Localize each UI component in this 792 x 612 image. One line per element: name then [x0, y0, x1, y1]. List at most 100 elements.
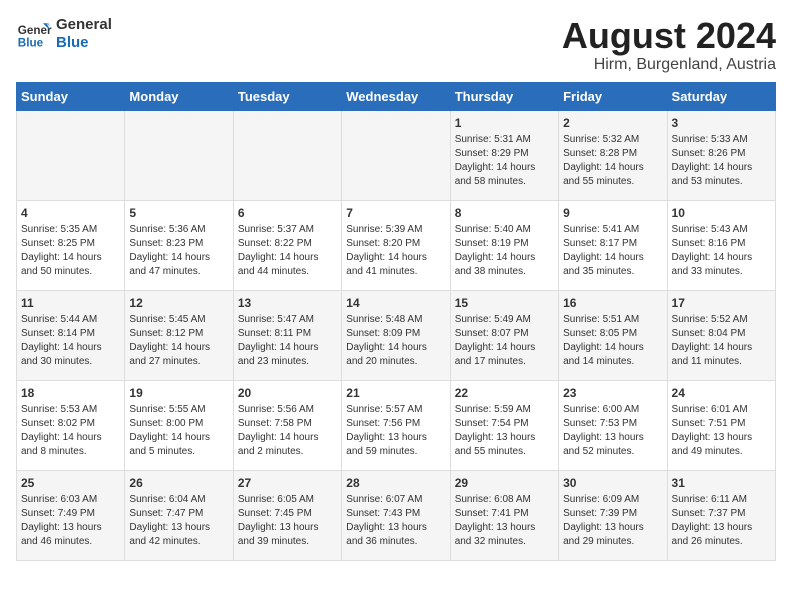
- calendar-week-1: 1Sunrise: 5:31 AM Sunset: 8:29 PM Daylig…: [17, 110, 776, 200]
- day-info: Sunrise: 6:11 AM Sunset: 7:37 PM Dayligh…: [672, 493, 771, 549]
- calendar-cell: 11Sunrise: 5:44 AM Sunset: 8:14 PM Dayli…: [17, 290, 125, 380]
- calendar-cell: 25Sunrise: 6:03 AM Sunset: 7:49 PM Dayli…: [17, 470, 125, 560]
- calendar-cell: 5Sunrise: 5:36 AM Sunset: 8:23 PM Daylig…: [125, 200, 233, 290]
- weekday-header-thursday: Thursday: [450, 82, 558, 110]
- day-number: 24: [672, 385, 771, 402]
- calendar-cell: [342, 110, 450, 200]
- calendar-cell: 3Sunrise: 5:33 AM Sunset: 8:26 PM Daylig…: [667, 110, 775, 200]
- day-number: 18: [21, 385, 120, 402]
- calendar-cell: 14Sunrise: 5:48 AM Sunset: 8:09 PM Dayli…: [342, 290, 450, 380]
- calendar-cell: 20Sunrise: 5:56 AM Sunset: 7:58 PM Dayli…: [233, 380, 341, 470]
- day-info: Sunrise: 5:47 AM Sunset: 8:11 PM Dayligh…: [238, 313, 337, 369]
- calendar-cell: 6Sunrise: 5:37 AM Sunset: 8:22 PM Daylig…: [233, 200, 341, 290]
- day-info: Sunrise: 6:03 AM Sunset: 7:49 PM Dayligh…: [21, 493, 120, 549]
- calendar-cell: 24Sunrise: 6:01 AM Sunset: 7:51 PM Dayli…: [667, 380, 775, 470]
- day-info: Sunrise: 5:55 AM Sunset: 8:00 PM Dayligh…: [129, 403, 228, 459]
- day-number: 2: [563, 115, 662, 132]
- day-info: Sunrise: 6:07 AM Sunset: 7:43 PM Dayligh…: [346, 493, 445, 549]
- calendar-cell: 15Sunrise: 5:49 AM Sunset: 8:07 PM Dayli…: [450, 290, 558, 380]
- day-info: Sunrise: 6:08 AM Sunset: 7:41 PM Dayligh…: [455, 493, 554, 549]
- calendar-cell: 16Sunrise: 5:51 AM Sunset: 8:05 PM Dayli…: [559, 290, 667, 380]
- day-info: Sunrise: 5:36 AM Sunset: 8:23 PM Dayligh…: [129, 223, 228, 279]
- weekday-header-saturday: Saturday: [667, 82, 775, 110]
- logo-text: General Blue: [56, 16, 112, 52]
- day-info: Sunrise: 5:32 AM Sunset: 8:28 PM Dayligh…: [563, 133, 662, 189]
- day-number: 30: [563, 475, 662, 492]
- day-number: 29: [455, 475, 554, 492]
- day-info: Sunrise: 5:35 AM Sunset: 8:25 PM Dayligh…: [21, 223, 120, 279]
- calendar-cell: 22Sunrise: 5:59 AM Sunset: 7:54 PM Dayli…: [450, 380, 558, 470]
- day-info: Sunrise: 5:40 AM Sunset: 8:19 PM Dayligh…: [455, 223, 554, 279]
- day-info: Sunrise: 5:33 AM Sunset: 8:26 PM Dayligh…: [672, 133, 771, 189]
- day-number: 6: [238, 205, 337, 222]
- day-info: Sunrise: 5:59 AM Sunset: 7:54 PM Dayligh…: [455, 403, 554, 459]
- logo-icon: General Blue: [16, 16, 52, 52]
- day-number: 22: [455, 385, 554, 402]
- calendar-week-5: 25Sunrise: 6:03 AM Sunset: 7:49 PM Dayli…: [17, 470, 776, 560]
- day-number: 27: [238, 475, 337, 492]
- day-info: Sunrise: 5:57 AM Sunset: 7:56 PM Dayligh…: [346, 403, 445, 459]
- day-info: Sunrise: 6:01 AM Sunset: 7:51 PM Dayligh…: [672, 403, 771, 459]
- day-number: 17: [672, 295, 771, 312]
- calendar-cell: 18Sunrise: 5:53 AM Sunset: 8:02 PM Dayli…: [17, 380, 125, 470]
- calendar-week-2: 4Sunrise: 5:35 AM Sunset: 8:25 PM Daylig…: [17, 200, 776, 290]
- day-number: 31: [672, 475, 771, 492]
- day-info: Sunrise: 5:41 AM Sunset: 8:17 PM Dayligh…: [563, 223, 662, 279]
- calendar-cell: 27Sunrise: 6:05 AM Sunset: 7:45 PM Dayli…: [233, 470, 341, 560]
- calendar-cell: 10Sunrise: 5:43 AM Sunset: 8:16 PM Dayli…: [667, 200, 775, 290]
- calendar-cell: 13Sunrise: 5:47 AM Sunset: 8:11 PM Dayli…: [233, 290, 341, 380]
- day-number: 16: [563, 295, 662, 312]
- day-info: Sunrise: 5:37 AM Sunset: 8:22 PM Dayligh…: [238, 223, 337, 279]
- weekday-header-friday: Friday: [559, 82, 667, 110]
- day-info: Sunrise: 5:39 AM Sunset: 8:20 PM Dayligh…: [346, 223, 445, 279]
- calendar-cell: 7Sunrise: 5:39 AM Sunset: 8:20 PM Daylig…: [342, 200, 450, 290]
- day-number: 28: [346, 475, 445, 492]
- day-number: 3: [672, 115, 771, 132]
- day-number: 4: [21, 205, 120, 222]
- weekday-header-wednesday: Wednesday: [342, 82, 450, 110]
- calendar-header-row: SundayMondayTuesdayWednesdayThursdayFrid…: [17, 82, 776, 110]
- day-number: 25: [21, 475, 120, 492]
- day-info: Sunrise: 5:51 AM Sunset: 8:05 PM Dayligh…: [563, 313, 662, 369]
- calendar-cell: 1Sunrise: 5:31 AM Sunset: 8:29 PM Daylig…: [450, 110, 558, 200]
- page-subtitle: Hirm, Burgenland, Austria: [562, 56, 776, 74]
- logo: General Blue General Blue: [16, 16, 112, 52]
- day-number: 15: [455, 295, 554, 312]
- day-number: 5: [129, 205, 228, 222]
- calendar-cell: 30Sunrise: 6:09 AM Sunset: 7:39 PM Dayli…: [559, 470, 667, 560]
- day-number: 20: [238, 385, 337, 402]
- day-number: 7: [346, 205, 445, 222]
- calendar-cell: 29Sunrise: 6:08 AM Sunset: 7:41 PM Dayli…: [450, 470, 558, 560]
- calendar-week-4: 18Sunrise: 5:53 AM Sunset: 8:02 PM Dayli…: [17, 380, 776, 470]
- day-number: 10: [672, 205, 771, 222]
- calendar-cell: 4Sunrise: 5:35 AM Sunset: 8:25 PM Daylig…: [17, 200, 125, 290]
- svg-text:Blue: Blue: [18, 37, 44, 50]
- calendar-cell: 9Sunrise: 5:41 AM Sunset: 8:17 PM Daylig…: [559, 200, 667, 290]
- day-info: Sunrise: 5:53 AM Sunset: 8:02 PM Dayligh…: [21, 403, 120, 459]
- calendar-cell: 31Sunrise: 6:11 AM Sunset: 7:37 PM Dayli…: [667, 470, 775, 560]
- day-info: Sunrise: 5:44 AM Sunset: 8:14 PM Dayligh…: [21, 313, 120, 369]
- calendar-cell: 21Sunrise: 5:57 AM Sunset: 7:56 PM Dayli…: [342, 380, 450, 470]
- calendar-cell: 26Sunrise: 6:04 AM Sunset: 7:47 PM Dayli…: [125, 470, 233, 560]
- calendar-cell: 19Sunrise: 5:55 AM Sunset: 8:00 PM Dayli…: [125, 380, 233, 470]
- header: General Blue General Blue August 2024 Hi…: [16, 16, 776, 74]
- weekday-header-monday: Monday: [125, 82, 233, 110]
- day-number: 8: [455, 205, 554, 222]
- day-number: 1: [455, 115, 554, 132]
- day-info: Sunrise: 5:43 AM Sunset: 8:16 PM Dayligh…: [672, 223, 771, 279]
- day-info: Sunrise: 6:04 AM Sunset: 7:47 PM Dayligh…: [129, 493, 228, 549]
- day-info: Sunrise: 6:05 AM Sunset: 7:45 PM Dayligh…: [238, 493, 337, 549]
- weekday-header-tuesday: Tuesday: [233, 82, 341, 110]
- calendar-cell: 12Sunrise: 5:45 AM Sunset: 8:12 PM Dayli…: [125, 290, 233, 380]
- calendar-cell: [17, 110, 125, 200]
- calendar-cell: 23Sunrise: 6:00 AM Sunset: 7:53 PM Dayli…: [559, 380, 667, 470]
- calendar-cell: 17Sunrise: 5:52 AM Sunset: 8:04 PM Dayli…: [667, 290, 775, 380]
- day-info: Sunrise: 6:09 AM Sunset: 7:39 PM Dayligh…: [563, 493, 662, 549]
- day-number: 13: [238, 295, 337, 312]
- calendar-cell: 2Sunrise: 5:32 AM Sunset: 8:28 PM Daylig…: [559, 110, 667, 200]
- day-info: Sunrise: 5:56 AM Sunset: 7:58 PM Dayligh…: [238, 403, 337, 459]
- day-number: 19: [129, 385, 228, 402]
- calendar-week-3: 11Sunrise: 5:44 AM Sunset: 8:14 PM Dayli…: [17, 290, 776, 380]
- day-number: 21: [346, 385, 445, 402]
- calendar-table: SundayMondayTuesdayWednesdayThursdayFrid…: [16, 82, 776, 561]
